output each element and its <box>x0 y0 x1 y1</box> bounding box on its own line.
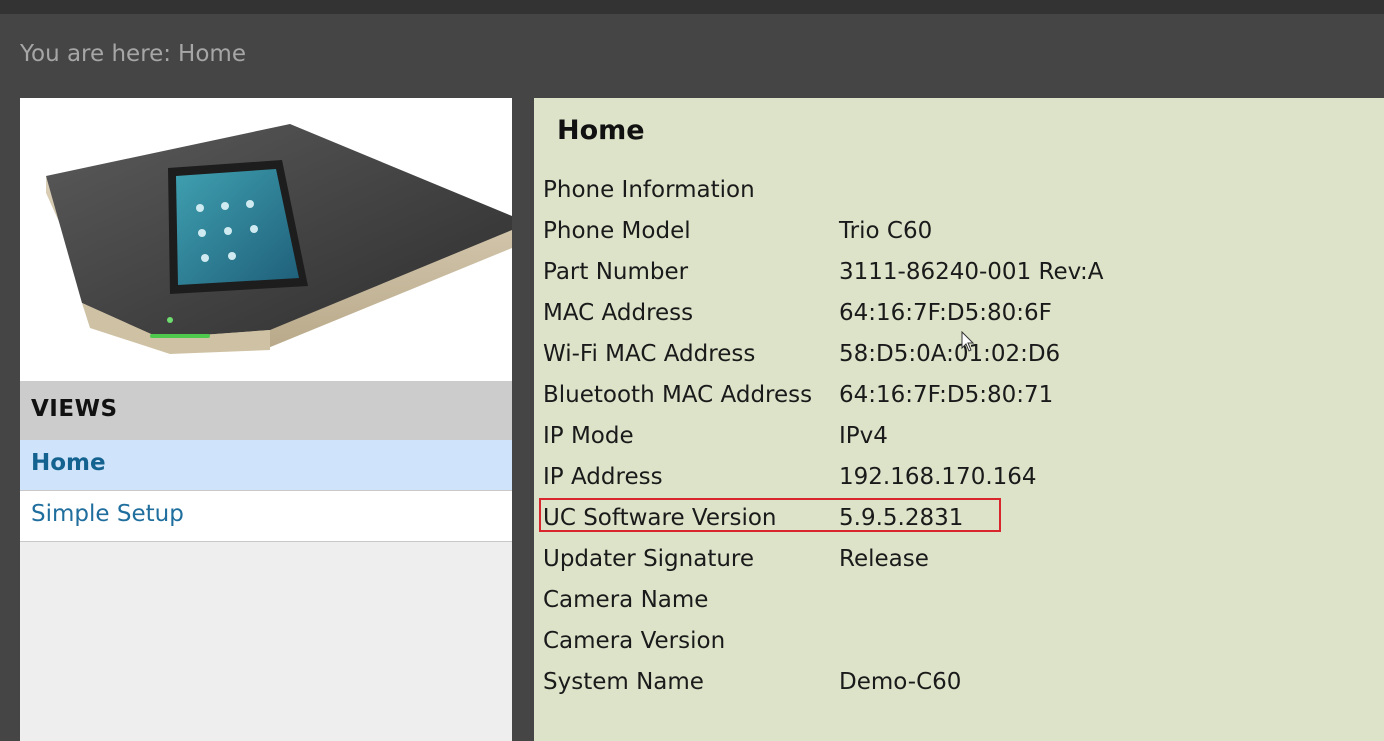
info-label: IP Address <box>543 464 663 490</box>
breadcrumb: You are here: Home <box>20 40 246 68</box>
info-label: Updater Signature <box>543 546 755 572</box>
conference-phone-illustration <box>46 124 512 354</box>
section-label-row: Phone Information <box>543 171 1373 212</box>
info-value: 3111-86240-001 Rev:A <box>839 259 1104 285</box>
info-value: Release <box>839 546 929 572</box>
phone-product-image <box>20 98 512 381</box>
info-value: 5.9.5.2831 <box>839 505 964 531</box>
info-value: 64:16:7F:D5:80:71 <box>839 382 1054 408</box>
info-row-ip-address: IP Address 192.168.170.164 <box>543 458 1373 499</box>
breadcrumb-current: Home <box>178 41 246 67</box>
views-header: VIEWS <box>20 381 512 440</box>
info-row-camera-name: Camera Name <box>543 581 1373 622</box>
sidebar-item-simple-setup[interactable]: Simple Setup <box>20 491 512 542</box>
views-header-label: VIEWS <box>31 396 118 422</box>
info-value: IPv4 <box>839 423 888 449</box>
info-label: Camera Version <box>543 628 726 654</box>
info-row-ip-mode: IP Mode IPv4 <box>543 417 1373 458</box>
info-value: 64:16:7F:D5:80:6F <box>839 300 1052 326</box>
page-title: Home <box>557 115 645 146</box>
info-row-system-name: System Name Demo-C60 <box>543 663 1373 704</box>
info-label: Bluetooth MAC Address <box>543 382 813 408</box>
info-label: Wi-Fi MAC Address <box>543 341 756 367</box>
info-value: 58:D5:0A:01:02:D6 <box>839 341 1061 367</box>
mouse-cursor-icon <box>961 331 975 352</box>
breadcrumb-prefix: You are here: <box>20 41 172 67</box>
info-value: Trio C60 <box>839 218 933 244</box>
info-row-camera-version: Camera Version <box>543 622 1373 663</box>
info-row-updater-signature: Updater Signature Release <box>543 540 1373 581</box>
info-row-wifi-mac: Wi-Fi MAC Address 58:D5:0A:01:02:D6 <box>543 335 1373 376</box>
info-label: Part Number <box>543 259 689 285</box>
main-content: Home Phone Information Phone Model Trio … <box>534 98 1384 741</box>
info-row-phone-model: Phone Model Trio C60 <box>543 212 1373 253</box>
info-row-mac-address: MAC Address 64:16:7F:D5:80:6F <box>543 294 1373 335</box>
info-row-bluetooth-mac: Bluetooth MAC Address 64:16:7F:D5:80:71 <box>543 376 1373 417</box>
sidebar: VIEWS Home Simple Setup <box>20 98 512 741</box>
sidebar-item-home[interactable]: Home <box>20 440 512 491</box>
top-bar <box>0 0 1384 14</box>
info-row-uc-software-version: UC Software Version 5.9.5.2831 <box>543 499 1373 540</box>
info-value: Demo-C60 <box>839 669 962 695</box>
info-label: UC Software Version <box>543 505 777 531</box>
info-value: 192.168.170.164 <box>839 464 1037 490</box>
info-label: MAC Address <box>543 300 694 326</box>
section-label: Phone Information <box>543 177 755 203</box>
info-label: Phone Model <box>543 218 691 244</box>
sidebar-item-home-label: Home <box>31 450 106 476</box>
info-label: IP Mode <box>543 423 634 449</box>
info-row-part-number: Part Number 3111-86240-001 Rev:A <box>543 253 1373 294</box>
info-label: System Name <box>543 669 704 695</box>
info-label: Camera Name <box>543 587 709 613</box>
sidebar-item-simple-setup-label: Simple Setup <box>31 501 184 527</box>
